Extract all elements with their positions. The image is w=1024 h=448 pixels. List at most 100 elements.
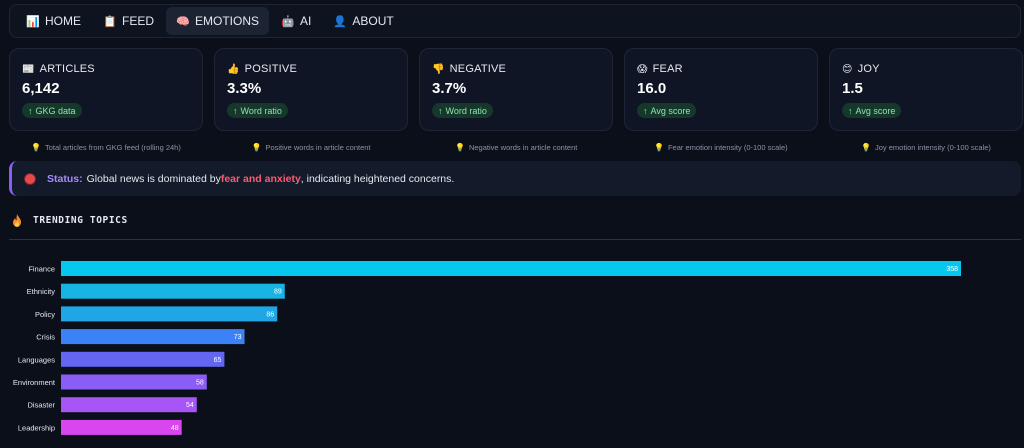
category-label: Crisis — [36, 333, 55, 342]
category-label: Ethnicity — [27, 287, 56, 296]
card-label-text: JOY — [857, 63, 880, 75]
category-label: Leadership — [18, 423, 55, 432]
nav-label: AI — [300, 14, 312, 28]
card-value: 1.5 — [842, 80, 863, 97]
card-badge-text: Word ratio — [240, 105, 282, 116]
arrow-up-icon: ↑ — [28, 105, 33, 116]
card-label: 😊 JOY — [842, 63, 880, 75]
nav-label: HOME — [45, 14, 81, 28]
bar-value-label: 58 — [196, 380, 204, 387]
status-highlight: fear and anxiety — [220, 172, 301, 185]
fear-face-icon: 😱 — [637, 63, 648, 75]
card-label: 📰 ARTICLES — [22, 63, 95, 75]
category-label: Policy — [35, 310, 55, 319]
thumbs-down-icon: 👎 — [432, 63, 445, 75]
arrow-up-icon: ↑ — [233, 105, 238, 116]
card-badge: ↑ Avg score — [842, 103, 902, 118]
bar-environment[interactable] — [61, 374, 207, 390]
status-text-after: , indicating heightened concerns. — [300, 172, 455, 185]
lightbulb-icon: 💡 — [654, 143, 664, 152]
status-banner: Status: Global news is dominated by fear… — [9, 161, 1021, 196]
lightbulb-icon: 💡 — [251, 143, 262, 152]
nav-item-ai[interactable]: 🤖 AI — [271, 7, 321, 35]
stat-card-fear: 😱 FEAR 16.0 ↑ Avg score — [624, 48, 818, 131]
lightbulb-icon: 💡 — [861, 143, 871, 152]
card-hint-text: Positive words in article content — [265, 143, 371, 152]
card-value: 16.0 — [637, 80, 667, 97]
card-badge-text: Avg score — [650, 105, 691, 116]
bar-value-label: 65 — [214, 357, 222, 364]
bar-value-label: 358 — [946, 266, 958, 273]
bar-policy[interactable] — [61, 306, 278, 322]
robot-icon: 🤖 — [281, 15, 295, 28]
lightbulb-icon: 💡 — [455, 143, 465, 152]
card-hint-text: Joy emotion intensity (0-100 scale) — [874, 143, 991, 152]
card-value: 3.3% — [227, 80, 262, 97]
newspaper-icon: 📰 — [22, 63, 35, 75]
card-badge: ↑ Word ratio — [227, 103, 288, 118]
arrow-up-icon: ↑ — [643, 105, 648, 116]
status-label: Status: — [47, 172, 83, 185]
card-hint-fear: 💡 Fear emotion intensity (0-100 scale) — [654, 143, 788, 152]
card-label-text: FEAR — [652, 63, 683, 75]
category-label: Environment — [13, 378, 56, 387]
card-badge: ↑ GKG data — [22, 103, 82, 118]
card-hint-negative: 💡 Negative words in article content — [455, 143, 577, 152]
trending-title: TRENDING TOPICS — [33, 215, 128, 226]
arrow-up-icon: ↑ — [848, 105, 853, 116]
card-label-text: NEGATIVE — [449, 63, 507, 75]
nav-item-home[interactable]: 📊 HOME — [16, 7, 91, 35]
card-badge: ↑ Word ratio — [432, 103, 493, 118]
card-hint-text: Total articles from GKG feed (rolling 24… — [44, 143, 181, 152]
bar-crisis[interactable] — [61, 329, 245, 345]
bar-languages[interactable] — [61, 351, 225, 367]
bar-value-label: 86 — [266, 311, 274, 318]
joy-face-icon: 😊 — [842, 63, 853, 75]
card-label: 😱 FEAR — [637, 63, 683, 75]
card-value: 3.7% — [432, 80, 467, 97]
chart-icon: 📊 — [26, 15, 40, 28]
bar-leadership[interactable] — [61, 419, 182, 435]
nav-item-emotions[interactable]: 🧠 EMOTIONS — [166, 7, 270, 35]
category-label: Disaster — [27, 401, 55, 410]
card-hint-articles: 💡 Total articles from GKG feed (rolling 2… — [31, 143, 181, 152]
card-value: 6,142 — [22, 80, 60, 97]
nav-label: EMOTIONS — [195, 14, 260, 28]
lightbulb-icon: 💡 — [31, 143, 41, 152]
section-divider — [9, 239, 1021, 240]
nav-label: ABOUT — [352, 14, 394, 28]
red-circle-icon — [25, 173, 35, 184]
bar-value-label: 73 — [234, 334, 242, 341]
card-hint-joy: 💡 Joy emotion intensity (0-100 scale) — [861, 143, 991, 152]
status-text-before: Global news is dominated by — [86, 172, 221, 185]
bar-disaster[interactable] — [61, 397, 197, 413]
card-badge-text: GKG data — [35, 105, 76, 116]
nav-label: FEED — [122, 14, 155, 28]
bar-value-label: 89 — [274, 289, 282, 296]
thumbs-up-icon: 👍 — [227, 63, 240, 75]
stat-card-articles: 📰 ARTICLES 6,142 ↑ GKG data — [9, 48, 203, 131]
card-badge-text: Word ratio — [445, 105, 487, 116]
stat-card-positive: 👍 POSITIVE 3.3% ↑ Word ratio — [214, 48, 408, 131]
card-label-text: POSITIVE — [244, 63, 297, 75]
nav-item-about[interactable]: 👤 ABOUT — [323, 7, 403, 35]
card-hint-positive: 💡 Positive words in article content — [252, 143, 371, 152]
bar-finance[interactable] — [61, 261, 961, 276]
card-hint-text: Negative words in article content — [468, 143, 578, 152]
card-hint-text: Fear emotion intensity (0-100 scale) — [667, 143, 788, 152]
arrow-up-icon: ↑ — [438, 105, 443, 116]
card-badge: ↑ Avg score — [637, 103, 697, 118]
stat-card-negative: 👎 NEGATIVE 3.7% ↑ Word ratio — [419, 48, 613, 131]
fire-icon — [13, 214, 21, 227]
nav-item-feed[interactable]: 📋 FEED — [93, 7, 164, 35]
card-badge-text: Avg score — [855, 105, 896, 116]
user-icon: 👤 — [333, 15, 348, 28]
category-label: Languages — [18, 355, 55, 364]
trending-header: TRENDING TOPICS — [12, 214, 128, 227]
card-label: 👍 POSITIVE — [227, 63, 297, 75]
note-icon: 📋 — [103, 15, 117, 28]
bar-ethnicity[interactable] — [61, 283, 285, 299]
bar-value-label: 54 — [186, 402, 194, 409]
brain-icon: 🧠 — [176, 15, 190, 28]
card-label-text: ARTICLES — [39, 63, 95, 75]
